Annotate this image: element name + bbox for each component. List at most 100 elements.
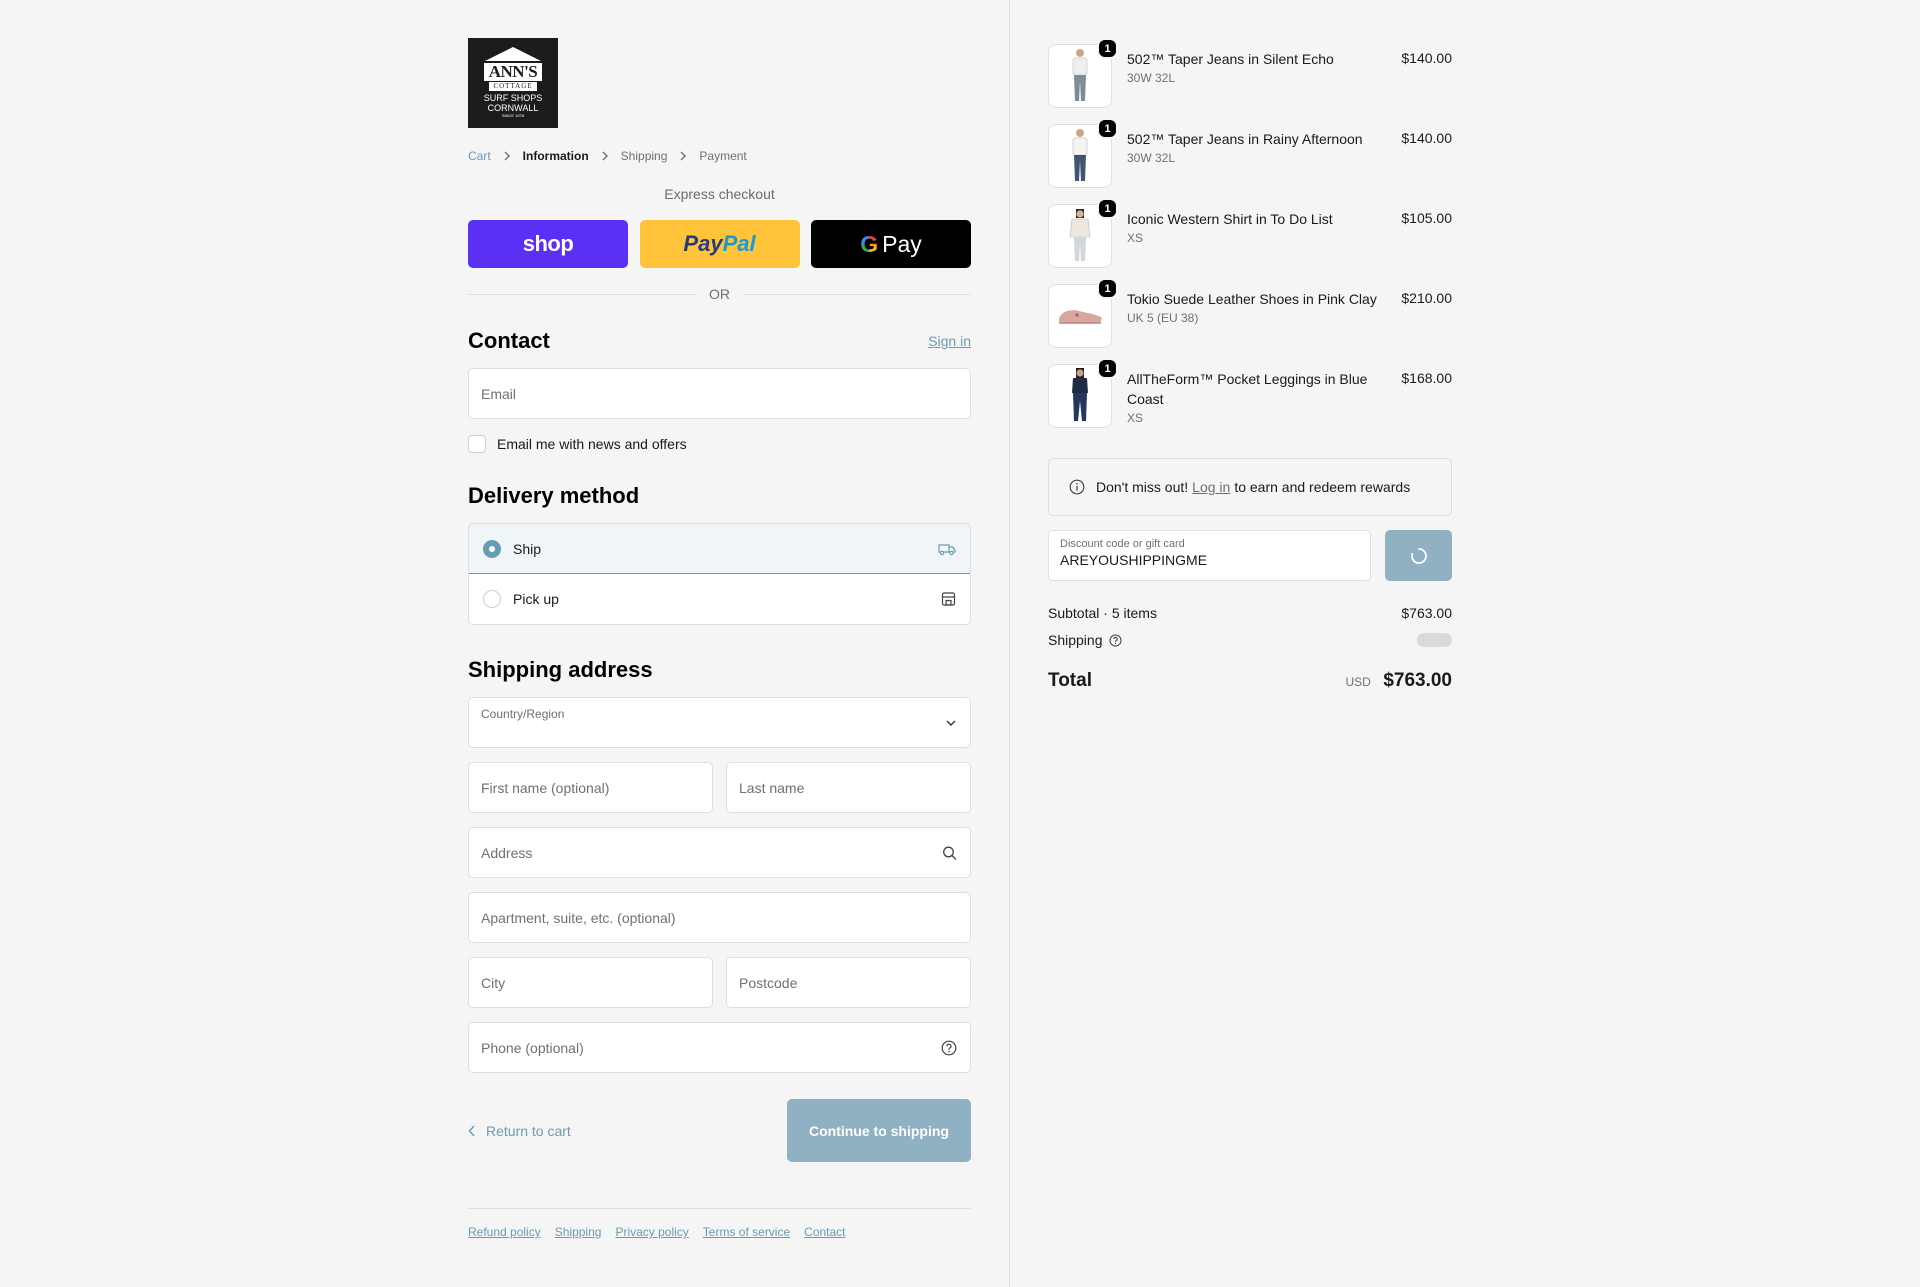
subtotal-label: Subtotal · 5 items xyxy=(1048,605,1157,621)
news-checkbox-row[interactable]: Email me with news and offers xyxy=(468,435,971,453)
first-name-input[interactable] xyxy=(481,779,700,796)
search-icon xyxy=(942,845,957,860)
address-field[interactable] xyxy=(468,827,971,878)
return-to-cart-link[interactable]: Return to cart xyxy=(468,1123,571,1139)
product-thumbnail: 1 xyxy=(1048,278,1118,348)
divider-line xyxy=(744,293,971,295)
pickup-radio[interactable] xyxy=(483,590,501,608)
shipping-policy-link[interactable]: Shipping xyxy=(555,1225,602,1239)
policy-footer: Refund policy Shipping Privacy policy Te… xyxy=(468,1208,971,1239)
paypal-label-b: Pal xyxy=(722,231,756,256)
contact-link[interactable]: Contact xyxy=(804,1225,845,1239)
store-icon xyxy=(941,592,956,607)
item-price: $210.00 xyxy=(1401,290,1452,306)
quantity-badge: 1 xyxy=(1097,198,1118,219)
logo-name: ANN'S xyxy=(483,63,543,81)
item-price: $140.00 xyxy=(1401,130,1452,146)
truck-icon xyxy=(938,542,956,556)
contact-title: Contact xyxy=(468,328,550,353)
total-currency: USD xyxy=(1345,675,1371,689)
cart-item: 1 Tokio Suede Leather Shoes in Pink Clay… xyxy=(1048,278,1452,358)
last-name-field[interactable] xyxy=(726,762,971,813)
continue-to-shipping-button[interactable]: Continue to shipping xyxy=(787,1099,971,1162)
item-name: AllTheForm™ Pocket Leggings in Blue Coas… xyxy=(1127,371,1368,407)
rewards-login-link[interactable]: Log in xyxy=(1192,479,1230,495)
apply-discount-button[interactable] xyxy=(1385,530,1452,581)
shipping-row: Shipping xyxy=(1048,632,1452,648)
email-input[interactable] xyxy=(481,385,958,402)
express-checkout-title: Express checkout xyxy=(664,186,775,202)
order-summary: 1 502™ Taper Jeans in Silent Echo 30W 32… xyxy=(1048,0,1452,692)
ship-label: Ship xyxy=(513,540,542,557)
help-icon[interactable] xyxy=(1108,633,1122,647)
store-logo[interactable]: ANN'S COTTAGE SURF SHOPS CORNWALL SINCE … xyxy=(468,38,558,128)
item-name: Iconic Western Shirt in To Do List xyxy=(1127,211,1333,227)
phone-input[interactable] xyxy=(481,1039,958,1056)
delivery-title: Delivery method xyxy=(468,483,640,508)
delivery-option-ship[interactable]: Ship xyxy=(469,524,970,574)
product-thumbnail: 1 xyxy=(1048,198,1118,268)
news-checkbox-label: Email me with news and offers xyxy=(497,436,687,452)
news-checkbox[interactable] xyxy=(468,435,486,453)
terms-of-service-link[interactable]: Terms of service xyxy=(703,1225,790,1239)
cart-item: 1 502™ Taper Jeans in Rainy Afternoon 30… xyxy=(1048,118,1452,198)
divider-line xyxy=(468,293,695,295)
shipping-label: Shipping xyxy=(1048,632,1103,648)
shop-pay-button[interactable]: shop xyxy=(468,220,628,268)
item-price: $168.00 xyxy=(1401,370,1452,386)
postcode-input[interactable] xyxy=(739,974,958,991)
discount-row: Discount code or gift card AREYOUSHIPPIN… xyxy=(1048,530,1452,581)
postcode-field[interactable] xyxy=(726,957,971,1008)
privacy-policy-link[interactable]: Privacy policy xyxy=(615,1225,688,1239)
city-field[interactable] xyxy=(468,957,713,1008)
breadcrumb-cart[interactable]: Cart xyxy=(468,149,491,163)
last-name-input[interactable] xyxy=(739,779,958,796)
loading-spinner-icon xyxy=(1410,547,1427,564)
item-variant: XS xyxy=(1127,231,1144,245)
item-variant: XS xyxy=(1127,411,1144,425)
city-input[interactable] xyxy=(481,974,700,991)
sign-in-link[interactable]: Sign in xyxy=(928,333,971,349)
cart-item: 1 AllTheForm™ Pocket Leggings in Blue Co… xyxy=(1048,358,1452,446)
delivery-option-pickup[interactable]: Pick up xyxy=(469,574,970,624)
refund-policy-link[interactable]: Refund policy xyxy=(468,1225,541,1239)
chevron-right-icon xyxy=(679,151,687,161)
discount-code-label: Discount code or gift card xyxy=(1060,538,1185,550)
first-name-field[interactable] xyxy=(468,762,713,813)
item-name: 502™ Taper Jeans in Rainy Afternoon xyxy=(1127,131,1363,147)
info-icon xyxy=(1069,479,1085,495)
chevron-right-icon xyxy=(601,151,609,161)
contact-header: Contact Sign in xyxy=(468,328,971,354)
help-icon[interactable] xyxy=(941,1040,957,1056)
discount-code-value[interactable]: AREYOUSHIPPINGME xyxy=(1060,552,1359,568)
address-input[interactable] xyxy=(481,844,958,861)
logo-since: SINCE 1978 xyxy=(501,113,525,118)
paypal-button[interactable]: Pay Pal xyxy=(639,220,800,268)
country-select[interactable]: Country/Region xyxy=(468,697,971,748)
logo-line2: CORNWALL xyxy=(487,103,539,113)
shipping-address-title: Shipping address xyxy=(468,657,653,682)
email-field[interactable] xyxy=(468,368,971,419)
apartment-input[interactable] xyxy=(481,909,958,926)
column-divider xyxy=(1009,0,1010,1287)
phone-field[interactable] xyxy=(468,1022,971,1073)
or-label: OR xyxy=(709,286,730,302)
shop-pay-label: shop xyxy=(522,231,574,256)
product-thumbnail: 1 xyxy=(1048,38,1118,108)
item-name: Tokio Suede Leather Shoes in Pink Clay xyxy=(1127,291,1377,307)
country-label: Country/Region xyxy=(481,707,565,721)
ship-radio[interactable] xyxy=(483,539,501,558)
item-variant: UK 5 (EU 38) xyxy=(1127,311,1199,325)
form-actions: Return to cart Continue to shipping xyxy=(468,1099,971,1162)
quantity-badge: 1 xyxy=(1097,278,1118,299)
express-checkout-buttons: shop Pay Pal G Pay xyxy=(468,220,971,268)
rewards-banner: Don't miss out! Log in to earn and redee… xyxy=(1048,458,1452,516)
logo-cottage: COTTAGE xyxy=(489,82,537,91)
apartment-field[interactable] xyxy=(468,892,971,943)
google-pay-button[interactable]: G Pay xyxy=(811,220,971,268)
item-price: $105.00 xyxy=(1401,210,1452,226)
subtotal-row: Subtotal · 5 items $763.00 xyxy=(1048,605,1452,621)
subtotal-value: $763.00 xyxy=(1401,605,1452,621)
discount-code-field[interactable]: Discount code or gift card AREYOUSHIPPIN… xyxy=(1048,530,1371,581)
total-value: $763.00 xyxy=(1383,670,1452,691)
